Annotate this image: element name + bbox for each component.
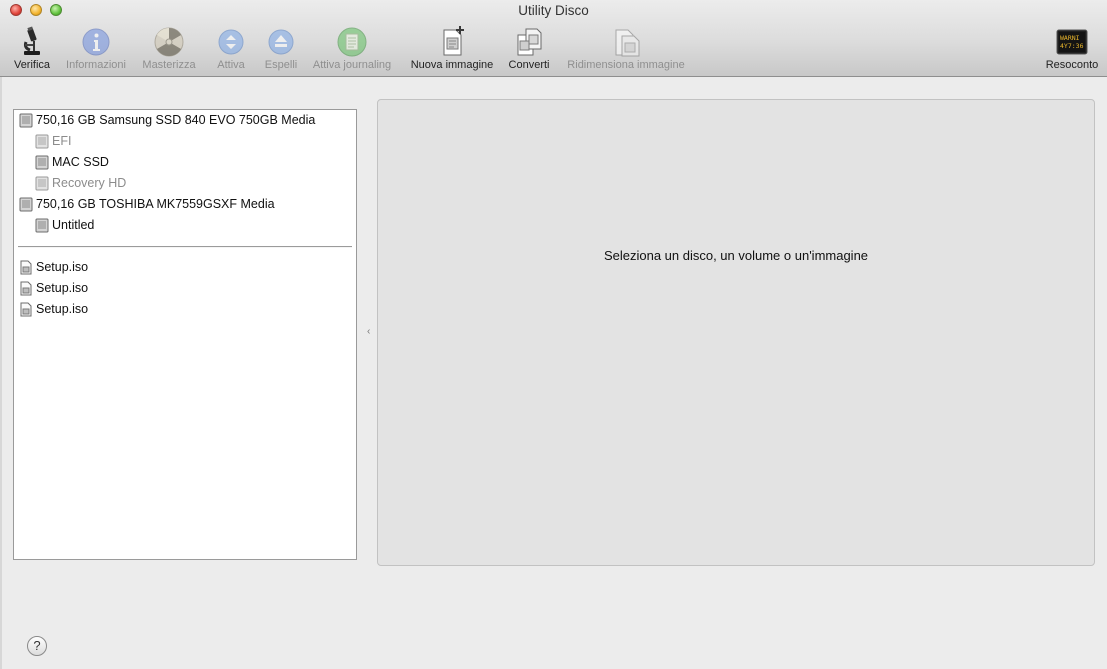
volume-icon <box>35 218 49 233</box>
resize-image-label: Ridimensiona immagine <box>567 59 685 71</box>
disk-image-file-icon <box>20 302 32 317</box>
volume-label: Recovery HD <box>52 176 127 190</box>
disk-label: 750,16 GB TOSHIBA MK7559GSXF Media <box>36 197 275 211</box>
microscope-icon <box>24 26 40 55</box>
image-label: Setup.iso <box>36 302 89 316</box>
hard-disk-icon <box>19 197 33 212</box>
convert-label: Converti <box>508 59 550 71</box>
verify-label: Verifica <box>13 59 51 71</box>
disk-label: 750,16 GB Samsung SSD 840 EVO 750GB Medi… <box>36 113 316 127</box>
disk-utility-window: Utility Disco Verifica Informazioni Mast… <box>0 0 1107 669</box>
resize-image-button[interactable]: Ridimensiona immagine <box>564 26 688 74</box>
disk-row[interactable]: 750,16 GB Samsung SSD 840 EVO 750GB Medi… <box>14 110 356 131</box>
volume-row[interactable]: MAC SSD <box>14 152 356 173</box>
split-view-handle[interactable]: ‹ <box>367 327 371 337</box>
log-label: Resoconto <box>1045 59 1099 71</box>
image-label: Setup.iso <box>36 281 89 295</box>
volume-icon <box>35 176 49 191</box>
volume-row[interactable]: Untitled <box>14 215 356 236</box>
journaling-icon <box>337 27 367 57</box>
enable-journaling-label: Attiva journaling <box>312 59 392 71</box>
title-toolbar: Utility Disco Verifica Informazioni Mast… <box>0 0 1107 77</box>
svg-text:4Y7:36: 4Y7:36 <box>1060 42 1084 50</box>
enable-journaling-button[interactable]: Attiva journaling <box>308 26 396 74</box>
window-edge <box>0 77 2 669</box>
burn-button[interactable]: Masterizza <box>141 26 197 74</box>
eject-icon <box>268 29 294 55</box>
disk-image-file-icon <box>20 260 32 275</box>
info-button[interactable]: Informazioni <box>64 26 128 74</box>
mount-button[interactable]: Attiva <box>215 26 247 74</box>
mount-label: Attiva <box>217 59 245 71</box>
mount-icon <box>218 29 244 55</box>
detail-panel: Seleziona un disco, un volume o un'immag… <box>377 99 1095 566</box>
convert-button[interactable]: Converti <box>507 26 551 74</box>
window-title: Utility Disco <box>518 3 589 18</box>
help-button[interactable]: ? <box>27 636 47 656</box>
log-button[interactable]: WARNI 4Y7:36 Resoconto <box>1044 26 1100 74</box>
burn-icon <box>154 27 184 57</box>
volume-label: MAC SSD <box>52 155 109 169</box>
image-row[interactable]: Setup.iso <box>14 299 356 320</box>
volume-row[interactable]: EFI <box>14 131 356 152</box>
disk-image-file-icon <box>20 281 32 296</box>
burn-label: Masterizza <box>142 59 196 71</box>
resize-image-icon <box>615 29 640 57</box>
list-separator <box>18 246 352 248</box>
volume-row[interactable]: Recovery HD <box>14 173 356 194</box>
eject-label: Espelli <box>264 59 298 71</box>
volume-icon <box>35 134 49 149</box>
eject-button[interactable]: Espelli <box>263 26 299 74</box>
console-log-icon: WARNI 4Y7:36 <box>1056 29 1088 55</box>
volume-label: Untitled <box>52 218 95 232</box>
disk-source-list[interactable]: 750,16 GB Samsung SSD 840 EVO 750GB Medi… <box>13 109 357 560</box>
info-icon <box>82 28 110 56</box>
image-row[interactable]: Setup.iso <box>14 257 356 278</box>
volume-label: EFI <box>52 134 72 148</box>
image-label: Setup.iso <box>36 260 89 274</box>
image-row[interactable]: Setup.iso <box>14 278 356 299</box>
hard-disk-icon <box>19 113 33 128</box>
verify-button[interactable]: Verifica <box>12 26 52 74</box>
info-label: Informazioni <box>66 59 126 71</box>
new-image-label: Nuova immagine <box>410 59 494 71</box>
new-image-button[interactable]: Nuova immagine <box>408 26 496 74</box>
empty-selection-message: Seleziona un disco, un volume o un'immag… <box>603 248 869 263</box>
new-image-icon <box>443 26 464 56</box>
svg-text:WARNI: WARNI <box>1060 34 1080 42</box>
convert-icon <box>517 28 542 56</box>
volume-icon <box>35 155 49 170</box>
disk-row[interactable]: 750,16 GB TOSHIBA MK7559GSXF Media <box>14 194 356 215</box>
